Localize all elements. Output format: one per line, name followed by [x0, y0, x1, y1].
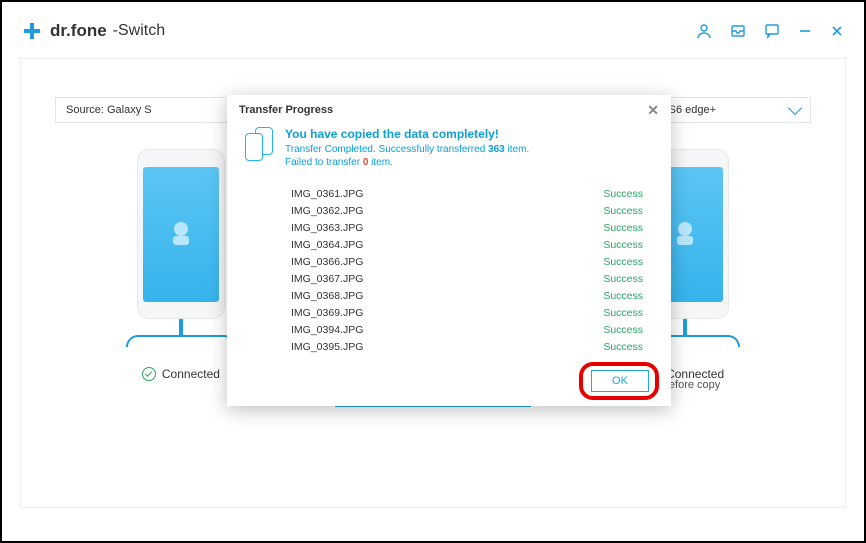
workarea: Source: Galaxy S Connected Flip Destinat…	[20, 58, 846, 508]
feedback-icon[interactable]	[764, 23, 780, 39]
minimize-icon[interactable]	[798, 24, 812, 38]
dialog-close-icon[interactable]: ✕	[647, 103, 659, 117]
transfer-item-list: IMG_0361.JPGSuccessIMG_0362.JPGSuccessIM…	[227, 178, 671, 356]
dialog-fail-line: Failed to transfer 0 item.	[285, 157, 529, 168]
file-name: IMG_0367.JPG	[291, 271, 363, 288]
dialog-headline: You have copied the data completely!	[285, 127, 529, 141]
titlebar: dr.fone -Switch	[2, 2, 864, 58]
file-name: IMG_0364.JPG	[291, 237, 363, 254]
file-status: Success	[603, 271, 643, 288]
brand: dr.fone -Switch	[22, 21, 165, 41]
close-icon[interactable]	[830, 24, 844, 38]
inbox-icon[interactable]	[730, 23, 746, 39]
source-status: Connected	[142, 367, 220, 381]
source-connected-label: Connected	[162, 367, 220, 381]
account-icon[interactable]	[696, 23, 712, 39]
file-name: IMG_0366.JPG	[291, 254, 363, 271]
brand-name: dr.fone	[50, 21, 107, 41]
transfer-icon	[245, 127, 275, 163]
transfer-progress-dialog: Transfer Progress ✕ You have copied the …	[227, 95, 671, 406]
file-name: IMG_0368.JPG	[291, 288, 363, 305]
file-name: IMG_0394.JPG	[291, 322, 363, 339]
file-status: Success	[603, 237, 643, 254]
file-name: IMG_0395.JPG	[291, 339, 363, 356]
ok-button[interactable]: OK	[591, 370, 649, 392]
list-item: IMG_0366.JPG Success	[291, 254, 643, 271]
file-status: Success	[603, 254, 643, 271]
list-item: IMG_0364.JPG Success	[291, 237, 643, 254]
check-icon	[142, 367, 156, 381]
file-name: IMG_0362.JPG	[291, 203, 363, 220]
chevron-down-icon	[788, 101, 802, 115]
list-item: IMG_0395.JPG Success	[291, 339, 643, 356]
file-status: Success	[603, 186, 643, 203]
window-controls	[696, 23, 844, 39]
file-name: IMG_0361.JPG	[291, 186, 363, 203]
dialog-message: You have copied the data completely! Tra…	[285, 127, 529, 168]
source-label: Source: Galaxy S	[66, 104, 152, 116]
file-status: Success	[603, 288, 643, 305]
list-item: IMG_0369.JPG Success	[291, 305, 643, 322]
list-item: IMG_0394.JPG Success	[291, 322, 643, 339]
file-status: Success	[603, 220, 643, 237]
list-item: IMG_0368.JPG Success	[291, 288, 643, 305]
file-name: IMG_0369.JPG	[291, 305, 363, 322]
file-name: IMG_0363.JPG	[291, 220, 363, 237]
dialog-title: Transfer Progress	[239, 104, 333, 116]
file-status: Success	[603, 203, 643, 220]
list-item: IMG_0361.JPG Success	[291, 186, 643, 203]
file-status: Success	[603, 322, 643, 339]
logo-icon	[22, 21, 42, 41]
list-item: IMG_0362.JPG Success	[291, 203, 643, 220]
list-item: IMG_0367.JPG Success	[291, 271, 643, 288]
dialog-success-line: Transfer Completed. Successfully transfe…	[285, 144, 529, 155]
source-phone	[126, 149, 236, 347]
list-item: IMG_0363.JPG Success	[291, 220, 643, 237]
file-status: Success	[603, 305, 643, 322]
brand-suffix: -Switch	[113, 22, 165, 40]
file-status: Success	[603, 339, 643, 356]
